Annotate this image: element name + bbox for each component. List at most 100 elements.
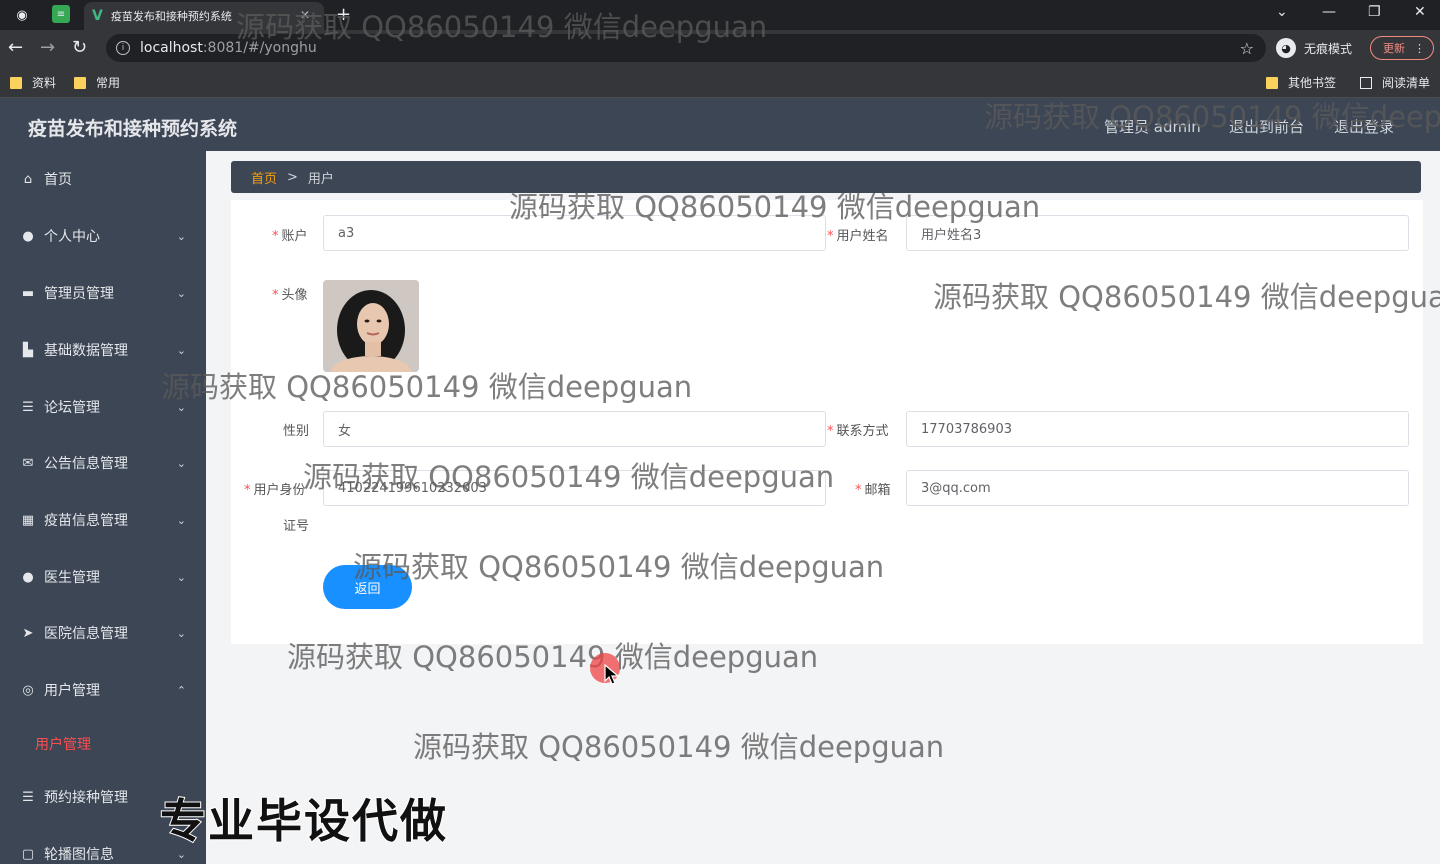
mouse-cursor-icon xyxy=(604,664,620,685)
bookmark-label: 资料 xyxy=(32,76,57,90)
phone-field[interactable]: 17703786903 xyxy=(906,411,1409,447)
idcard-label: * 用户身份 xyxy=(244,483,306,498)
admin-label: 管理员 admin xyxy=(1104,118,1201,136)
bookmark-star-icon[interactable]: ☆ xyxy=(1240,39,1254,58)
user-icon: ● xyxy=(22,228,34,244)
folder-icon xyxy=(1266,76,1278,89)
sidebar: ⌂ 首页 ● 个人中心 ⌄ ▬ 管理员管理 ⌄ ▙ 基础数据管理 ⌄ ☰ 论坛管理 ⌄ ✉ 公告信息… xyxy=(0,151,206,864)
url-path: :8081/#/yonghu xyxy=(202,40,317,56)
name-label: * 用户姓名 xyxy=(827,229,889,244)
minimize-icon[interactable]: — xyxy=(1322,4,1336,20)
chevron-down-icon: ⌄ xyxy=(176,456,186,470)
folder-icon xyxy=(74,76,86,89)
list-icon: ☰ xyxy=(22,789,34,805)
sidebar-item-label: 医生管理 xyxy=(44,570,100,586)
chevron-up-icon: ⌃ xyxy=(176,683,186,697)
tab-title: 疫苗发布和接种预约系统 xyxy=(110,10,232,23)
phone-label: * 联系方式 xyxy=(827,424,889,439)
email-label: * 邮箱 xyxy=(855,483,891,498)
watermark-text: 源码获取 QQ86050149 微信deepguan xyxy=(413,730,945,764)
more-menu-icon[interactable]: ⋮ xyxy=(1414,42,1425,55)
idcard-field[interactable]: 410224199610232003 xyxy=(323,470,826,506)
mail-icon: ✉ xyxy=(22,455,34,471)
site-info-icon[interactable]: i xyxy=(116,41,130,55)
bookmark-reading-list[interactable]: 阅读清单 xyxy=(1360,74,1430,91)
reload-icon[interactable]: ↻ xyxy=(72,37,87,58)
folder-icon xyxy=(10,76,22,89)
chevron-down-icon: ⌄ xyxy=(176,286,186,300)
home-icon: ⌂ xyxy=(23,171,33,187)
name-field[interactable]: 用户姓名3 xyxy=(906,215,1409,251)
reading-list-icon xyxy=(1360,76,1372,89)
sidebar-item-label: 公告信息管理 xyxy=(44,456,128,472)
sidebar-item-admins[interactable]: ▬ 管理员管理 ⌄ xyxy=(0,273,206,313)
app-header: 疫苗发布和接种预约系统 管理员 admin 退出到前台 退出登录 xyxy=(0,98,1440,151)
tab-close-icon[interactable]: ✕ xyxy=(300,8,310,22)
sidebar-item-vaccines[interactable]: ▦ 疫苗信息管理 ⌄ xyxy=(0,500,206,540)
browser-logo-icon[interactable]: ◉ xyxy=(12,5,32,25)
bookmark-label: 阅读清单 xyxy=(1382,76,1431,90)
sidebar-item-basic-data[interactable]: ▙ 基础数据管理 ⌄ xyxy=(0,330,206,370)
tab-search-icon[interactable]: ⌄ xyxy=(1276,4,1288,20)
breadcrumb-separator: > xyxy=(287,169,298,185)
exit-to-front-link[interactable]: 退出到前台 xyxy=(1229,116,1304,137)
sidebar-item-label: 用户管理 xyxy=(44,683,100,699)
chevron-down-icon: ⌄ xyxy=(176,229,186,243)
sidebar-item-label: 个人中心 xyxy=(44,229,100,245)
send-icon: ➤ xyxy=(22,625,34,641)
breadcrumb-current: 用户 xyxy=(307,171,334,187)
account-field[interactable]: a3 xyxy=(323,215,826,251)
bookmark-ziliao[interactable]: 资料 xyxy=(10,74,56,91)
window-close-icon[interactable]: ✕ xyxy=(1414,4,1426,20)
sidebar-item-home[interactable]: ⌂ 首页 xyxy=(0,159,206,199)
sidebar-item-profile[interactable]: ● 个人中心 ⌄ xyxy=(0,216,206,256)
sidebar-subitem-user-management[interactable]: 用户管理 xyxy=(35,734,91,754)
update-label: 更新 xyxy=(1383,42,1405,55)
promo-banner-text: 专业毕设代做 xyxy=(159,793,448,849)
bookmark-other[interactable]: 其他书签 xyxy=(1266,74,1336,91)
sidebar-item-users[interactable]: ◎ 用户管理 ⌃ xyxy=(0,670,206,710)
sidebar-item-forum[interactable]: ☰ 论坛管理 ⌄ xyxy=(0,387,206,427)
sidebar-item-label: 首页 xyxy=(44,172,72,188)
update-button[interactable]: 更新 ⋮ xyxy=(1370,36,1434,60)
vue-logo-icon: V xyxy=(92,8,103,24)
incognito-label: 无痕模式 xyxy=(1304,41,1353,56)
email-field[interactable]: 3@qq.com xyxy=(906,470,1409,506)
new-tab-icon[interactable]: + xyxy=(336,4,351,25)
sidebar-item-label: 预约接种管理 xyxy=(44,790,128,806)
sidebar-item-label: 论坛管理 xyxy=(44,400,100,416)
chevron-down-icon: ⌄ xyxy=(176,400,186,414)
bookmark-changyong[interactable]: 常用 xyxy=(74,74,120,91)
logout-link[interactable]: 退出登录 xyxy=(1334,116,1394,137)
app-tab-icon[interactable]: ≡ xyxy=(52,5,70,23)
chevron-down-icon: ⌄ xyxy=(176,626,186,640)
chevron-down-icon: ⌄ xyxy=(176,513,186,527)
sidebar-item-label: 医院信息管理 xyxy=(44,626,128,642)
sidebar-item-label: 基础数据管理 xyxy=(44,343,128,359)
breadcrumb: 首页 > 用户 xyxy=(231,161,1421,193)
url-input[interactable]: i localhost:8081/#/yonghu ☆ xyxy=(106,34,1266,62)
gender-field[interactable]: 女 xyxy=(323,411,826,447)
breadcrumb-home[interactable]: 首页 xyxy=(251,168,277,187)
bookmarks-bar: 资料 常用 其他书签 阅读清单 xyxy=(0,66,1440,98)
restore-icon[interactable]: ❐ xyxy=(1368,4,1381,20)
url-host: localhost xyxy=(140,40,203,56)
back-button[interactable]: 返回 xyxy=(323,565,412,609)
browser-tab-active[interactable]: V 疫苗发布和接种预约系统 ✕ xyxy=(84,2,324,30)
idcard-label-line2: 证号 xyxy=(283,519,310,534)
sidebar-item-hospitals[interactable]: ➤ 医院信息管理 ⌄ xyxy=(0,613,206,653)
incognito-indicator[interactable]: ◕ 无痕模式 xyxy=(1276,38,1352,58)
admin-icon: ▬ xyxy=(21,285,35,301)
data-icon: ▙ xyxy=(23,342,33,358)
browser-tab-bar: ◉ ≡ V 疫苗发布和接种预约系统 ✕ + ⌄ — ❐ ✕ xyxy=(0,0,1440,30)
circle-icon: ◎ xyxy=(22,682,34,698)
chevron-down-icon: ⌄ xyxy=(176,343,186,357)
forward-icon[interactable]: → xyxy=(40,37,55,58)
back-icon[interactable]: ← xyxy=(8,37,23,58)
app-title: 疫苗发布和接种预约系统 xyxy=(28,118,238,140)
account-label: * 账户 xyxy=(272,229,308,244)
chevron-down-icon: ⌄ xyxy=(176,570,186,584)
sidebar-item-doctors[interactable]: ● 医生管理 ⌄ xyxy=(0,557,206,597)
sidebar-item-notices[interactable]: ✉ 公告信息管理 ⌄ xyxy=(0,443,206,483)
bookmark-label: 常用 xyxy=(96,76,121,90)
